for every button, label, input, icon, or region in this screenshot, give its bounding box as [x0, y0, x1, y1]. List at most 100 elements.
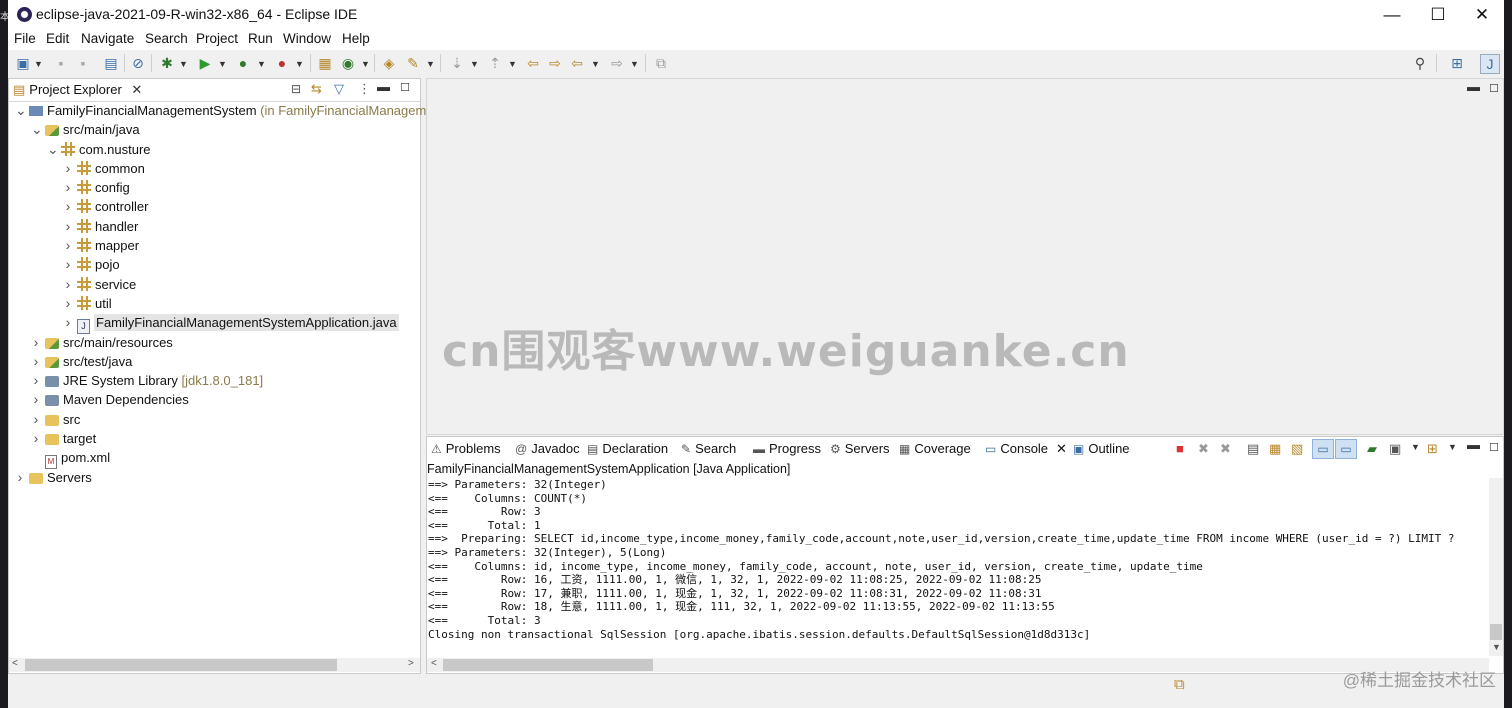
chevron-right-icon[interactable]: ›	[15, 468, 25, 487]
tree-item[interactable]: › config	[9, 178, 420, 197]
tab-progress[interactable]: ▬ Progress	[753, 441, 821, 456]
forward-icon[interactable]: ⇨	[608, 54, 626, 72]
console-vscroll-thumb[interactable]	[1490, 624, 1502, 640]
tree-item[interactable]: › handler	[9, 217, 420, 236]
pin-editor-icon[interactable]: ⧉	[652, 54, 670, 72]
scroll-lock-icon[interactable]: ▦	[1269, 441, 1281, 457]
minimize-button[interactable]: —	[1370, 0, 1414, 30]
new-icon[interactable]: ▣	[14, 54, 32, 72]
skip-breakpoints-icon[interactable]: ⊘	[129, 54, 147, 72]
tree-item[interactable]: › service	[9, 275, 420, 294]
open-console-dropdown-icon[interactable]: ▼	[1448, 442, 1457, 452]
chevron-right-icon[interactable]: ›	[31, 333, 41, 352]
run-dropdown-icon[interactable]: ▼	[218, 55, 227, 73]
tree-item[interactable]: › Servers	[9, 468, 420, 487]
tree-item[interactable]: ⌄ FamilyFinancialManagementSystem (in Fam…	[9, 101, 444, 120]
chevron-down-icon[interactable]: ⌄	[15, 101, 27, 120]
tab-declaration[interactable]: ▤ Declaration	[587, 441, 668, 456]
tree-item[interactable]: › mapper	[9, 236, 420, 255]
save-all-icon[interactable]: ▪	[74, 54, 92, 72]
tab-servers[interactable]: ⚙ Servers	[830, 441, 890, 456]
show-console-stderr-icon[interactable]: ▭	[1335, 439, 1357, 459]
chevron-right-icon[interactable]: ›	[63, 294, 73, 313]
console-output[interactable]: ==> Parameters: 32(Integer) <== Columns: …	[427, 478, 1489, 654]
search-icon[interactable]: ⚲	[1411, 54, 1429, 72]
tree-item[interactable]: › src	[9, 410, 420, 429]
new-java-package-icon[interactable]: ▦	[316, 54, 334, 72]
tree-item[interactable]: › target	[9, 429, 420, 448]
chevron-right-icon[interactable]: ›	[63, 178, 73, 197]
external-tools-icon[interactable]: ●	[273, 54, 291, 72]
display-selected-console-icon[interactable]: ▣	[1389, 441, 1401, 457]
chevron-right-icon[interactable]: ›	[31, 390, 41, 409]
chevron-right-icon[interactable]: ›	[31, 429, 41, 448]
forward-edit-icon[interactable]: ⇨	[546, 54, 564, 72]
menu-help[interactable]: Help	[342, 31, 370, 46]
chevron-right-icon[interactable]: ›	[63, 197, 73, 216]
open-console-icon[interactable]: ⊞	[1427, 441, 1438, 457]
tree-item[interactable]: › JRE System Library [jdk1.8.0_181]	[9, 371, 420, 390]
back-dropdown-icon[interactable]: ▼	[591, 55, 600, 73]
chevron-right-icon[interactable]: ›	[63, 255, 73, 274]
open-perspective-icon[interactable]: ⊞	[1448, 54, 1466, 72]
console-scroll-left-icon[interactable]: <	[431, 658, 437, 669]
menu-window[interactable]: Window	[283, 31, 331, 46]
prev-annotation-dropdown-icon[interactable]: ▼	[508, 55, 517, 73]
maximize-button[interactable]: ☐	[1416, 0, 1460, 30]
search-dropdown-icon[interactable]: ▼	[426, 55, 435, 73]
console-horizontal-scrollbar[interactable]: <	[427, 658, 1489, 672]
coverage-icon[interactable]: ●	[234, 54, 252, 72]
tree-item[interactable]: ⌄ com.nusture	[9, 140, 420, 159]
menu-run[interactable]: Run	[248, 31, 273, 46]
tab-console[interactable]: ▭ Console ✕	[982, 439, 1070, 459]
scrollbar-thumb[interactable]	[25, 659, 337, 671]
show-console-stdout-icon[interactable]: ▭	[1312, 439, 1334, 459]
scroll-down-icon[interactable]: ▼	[1492, 642, 1501, 652]
terminal-icon[interactable]: ▤	[102, 54, 120, 72]
tree-item[interactable]: › controller	[9, 197, 420, 216]
chevron-down-icon[interactable]: ⌄	[31, 120, 43, 139]
filter-icon[interactable]: ▽	[334, 81, 344, 97]
close-tab-icon[interactable]: ✕	[131, 82, 142, 97]
tree-item[interactable]: › util	[9, 294, 420, 313]
horizontal-scrollbar[interactable]: < >	[9, 658, 420, 672]
last-edit-icon[interactable]: ⇦	[524, 54, 542, 72]
console-vertical-scrollbar[interactable]: ▼	[1489, 478, 1503, 656]
menu-navigate[interactable]: Navigate	[81, 31, 134, 46]
chevron-right-icon[interactable]: ›	[31, 410, 41, 429]
clear-console-icon[interactable]: ▤	[1247, 441, 1259, 457]
tab-coverage[interactable]: ▦ Coverage	[899, 441, 971, 456]
tab-outline[interactable]: ▣ Outline	[1073, 441, 1130, 456]
chevron-right-icon[interactable]: ›	[63, 275, 73, 294]
new-dropdown-icon[interactable]: ▼	[34, 55, 43, 73]
forward-dropdown-icon[interactable]: ▼	[630, 55, 639, 73]
debug-dropdown-icon[interactable]: ▼	[179, 55, 188, 73]
tree-item[interactable]: › src/test/java	[9, 352, 420, 371]
minimize-view-icon[interactable]: ▬	[377, 79, 390, 94]
view-menu-icon[interactable]: ⋮	[358, 81, 371, 97]
close-button[interactable]: ✕	[1460, 0, 1504, 30]
tab-problems[interactable]: ⚠ Problems	[431, 441, 501, 456]
minimize-console-icon[interactable]: ▬	[1467, 437, 1480, 452]
chevron-right-icon[interactable]: ›	[63, 159, 73, 178]
maximize-view-icon[interactable]: ☐	[400, 81, 410, 94]
tree-item[interactable]: › pojo	[9, 255, 420, 274]
save-icon[interactable]: ▪	[52, 54, 70, 72]
link-with-editor-icon[interactable]: ⇆	[311, 81, 322, 97]
menu-file[interactable]: File	[14, 31, 36, 46]
chevron-right-icon[interactable]: ›	[63, 313, 73, 332]
new-class-dropdown-icon[interactable]: ▼	[361, 55, 370, 73]
back-icon[interactable]: ⇦	[568, 54, 586, 72]
scroll-left-icon[interactable]: <	[12, 658, 18, 669]
search-toolbar-icon[interactable]: ✎	[404, 54, 422, 72]
menu-edit[interactable]: Edit	[46, 31, 69, 46]
status-tasks-icon[interactable]: ⧉	[1174, 676, 1185, 693]
word-wrap-icon[interactable]: ▧	[1291, 441, 1303, 457]
collapse-all-icon[interactable]: ⊟	[291, 82, 301, 96]
pin-console-icon[interactable]: ▰	[1367, 441, 1377, 457]
coverage-dropdown-icon[interactable]: ▼	[257, 55, 266, 73]
remove-launch-icon[interactable]: ✖	[1198, 441, 1209, 457]
prev-annotation-icon[interactable]: ⇡	[486, 54, 504, 72]
tree-item[interactable]: › J FamilyFinancialManagementSystemApplica…	[9, 313, 420, 335]
scroll-right-icon[interactable]: >	[408, 658, 414, 669]
